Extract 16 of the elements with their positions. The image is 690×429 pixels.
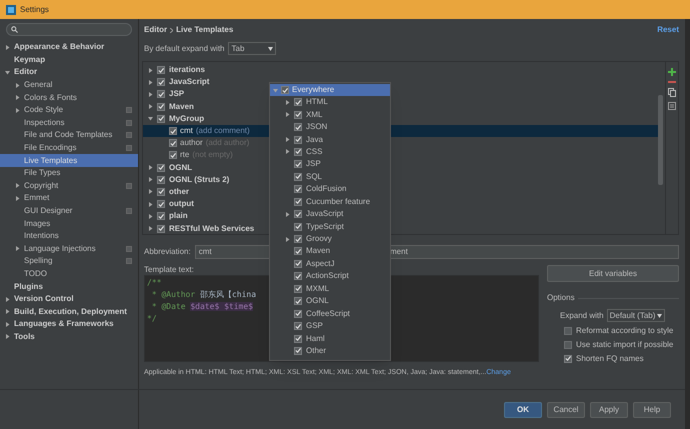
- checkbox-label: Use static import if possible: [576, 338, 674, 350]
- expand-with-label: Expand with: [560, 310, 604, 322]
- options-heading: Options: [547, 292, 575, 304]
- code-line: */: [147, 313, 157, 325]
- checkbox-label: Shorten FQ names: [576, 352, 644, 364]
- code-line: * @Date $date$ $time$: [150, 301, 253, 313]
- abbreviation-label: Abbreviation:: [144, 246, 191, 258]
- checkbox-label: Reformat according to style: [576, 324, 674, 336]
- expand-label: By default expand with: [144, 42, 224, 54]
- breadcrumb-item: Editor: [144, 24, 168, 36]
- breadcrumb-item: Live Templates: [176, 24, 234, 36]
- template-description: (add comment): [196, 125, 250, 138]
- window-title: Settings: [20, 4, 49, 16]
- template-text-label: Template text:: [144, 264, 194, 275]
- code-line: * @Author 邵东风【china: [150, 289, 256, 301]
- code-line: /**: [147, 277, 162, 289]
